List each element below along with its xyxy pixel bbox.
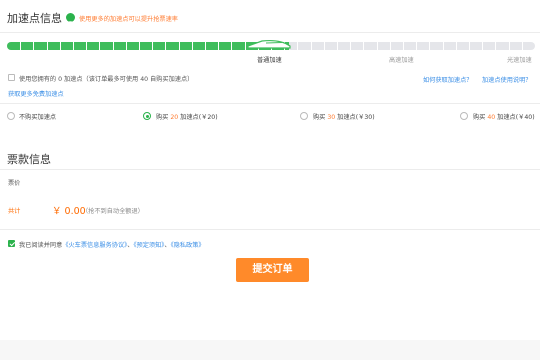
total-label: 共计 [8,208,21,215]
progress-segment-divider [495,42,497,50]
submit-order-button[interactable]: 提交订单 [236,258,309,282]
progress-segment-divider [112,42,114,50]
privacy-policy-link[interactable]: 《隐私政策》 [171,242,205,249]
divider [0,229,540,230]
booking-notice-link[interactable]: 《预定须知》 [133,242,164,249]
progress-segment-divider [46,42,48,50]
purchase-option-label: 购买 20 加速点(￥20) [156,112,218,121]
progress-segment-divider [469,42,470,50]
purchase-option-label: 购买 40 加速点(￥40) [473,112,535,121]
use-owned-points-checkbox[interactable] [8,74,15,81]
total-note: （抢不到自动全额退） [82,208,144,215]
progress-segment-divider [416,42,418,50]
progress-segment-divider [33,42,35,50]
progress-segment-divider [139,42,140,50]
purchase-option-label: 购买 30 加速点(￥30) [313,112,375,121]
purchase-option-radio[interactable] [7,112,15,120]
accel-hint-text: 使用更多的加速点可以提升抢票速率 [79,16,178,23]
option-price: 加速点(￥40) [495,114,535,121]
progress-segment-divider [429,42,431,50]
how-to-get-points-link[interactable]: 如何获取加速点？ [423,75,473,84]
purchase-option-label: 不购买加速点 [19,112,56,121]
progress-segment-divider [20,42,22,50]
page-footer [0,340,540,360]
hint-icon[interactable]: ? [66,13,75,28]
speed-label-light: 光速加速 [507,57,532,64]
progress-segment-divider [508,42,510,50]
option-text: 不购买加速点 [19,114,57,121]
progress-segment-divider [403,42,404,50]
progress-segment-divider [310,42,312,50]
progress-segment-divider [442,42,444,50]
progress-segment-divider [218,42,220,50]
progress-segment-divider [297,42,299,50]
progress-segment-divider [99,42,101,50]
progress-segment-divider [350,42,352,50]
progress-segment-divider [389,42,391,50]
progress-segment-divider [125,42,127,50]
option-price: 加速点(￥20) [178,114,218,121]
progress-segment-divider [178,42,180,50]
total-amount: ￥ 0.00 [52,206,86,217]
option-text: 购买 [156,114,171,121]
payment-section-title: 票款信息 [7,153,51,166]
progress-segment-divider [231,42,233,50]
option-text: 购买 [313,114,328,121]
purchase-option-radio[interactable] [143,112,151,120]
option-text: 购买 [473,114,488,121]
progress-segment-divider [59,42,61,50]
purchase-option-radio[interactable] [460,112,468,120]
points-usage-rules-link[interactable]: 加速点使用说明？ [482,75,532,84]
progress-segment-divider [205,42,206,50]
agreement-checkbox[interactable] [8,240,15,247]
accel-section-title: 加速点信息 [7,12,62,25]
progress-segment-divider [86,42,88,50]
option-price: 加速点(￥30) [335,114,375,121]
progress-segment-divider [323,42,325,50]
agreement-text: 我已阅读并同意 [19,242,63,249]
progress-segment-divider [152,42,154,50]
progress-segment-divider [337,42,338,50]
divider [0,32,540,33]
progress-segment-divider [165,42,167,50]
progress-segment-divider [363,42,365,50]
service-agreement-link[interactable]: 《火车票信息服务协议》 [62,242,127,249]
agreement-line: 我已阅读并同意《火车票信息服务协议》、《预定须知》、《隐私政策》 [19,240,205,249]
progress-segment-divider [191,42,193,50]
progress-segment-divider [376,42,378,50]
progress-segment-divider [521,42,523,50]
progress-segment-divider [482,42,484,50]
price-label: 票价 [8,180,21,187]
progress-segment-divider [455,42,457,50]
divider [0,103,540,104]
get-free-points-link[interactable]: 获取更多免费加速点 [8,89,64,98]
divider [0,169,540,170]
purchase-option-radio[interactable] [300,112,308,120]
progress-segment-divider [73,42,74,50]
use-owned-points-label: 使用您拥有的 0 加速点（该订单最多可使用 40 自购买加速点） [19,76,194,83]
speed-label-high: 高速加速 [389,57,414,64]
train-icon [247,39,291,49]
speed-label-normal: 普通加速 [257,57,282,64]
svg-text:?: ? [69,20,73,28]
